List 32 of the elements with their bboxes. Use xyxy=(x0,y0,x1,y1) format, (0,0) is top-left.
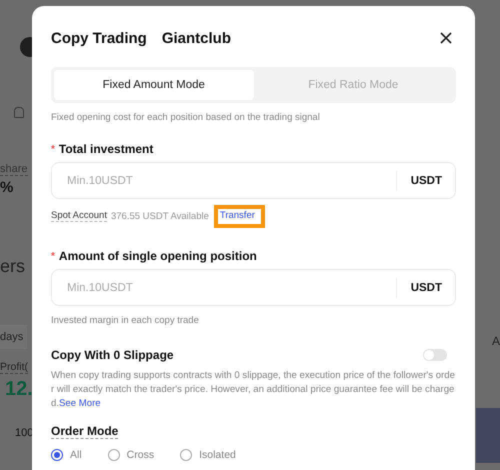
setting-label: Copy With 0 Slippage xyxy=(51,348,174,362)
radio-option[interactable]: Isolated xyxy=(180,449,236,461)
period-tab[interactable]: days xyxy=(0,325,28,349)
dialog-title: Copy Trading Giantclub xyxy=(51,30,232,46)
see-more-link[interactable]: See More xyxy=(59,398,101,409)
share-label: share xyxy=(0,163,28,176)
toggle-switch[interactable] xyxy=(423,349,447,361)
close-icon[interactable] xyxy=(440,32,452,44)
radio-option[interactable]: All xyxy=(51,449,82,461)
transfer-link[interactable]: Transfer xyxy=(220,210,255,220)
side-label: A xyxy=(492,334,500,348)
amount-field[interactable]: Min.10USDT USDT xyxy=(51,269,456,306)
mode-tab[interactable]: Fixed Amount Mode xyxy=(54,70,254,100)
unit-label: USDT xyxy=(410,282,442,294)
field-label: Total investment xyxy=(58,142,154,156)
profit-value: 12. xyxy=(5,378,33,401)
percent-text: % xyxy=(0,179,14,196)
account-label: Spot Account xyxy=(51,210,107,222)
section-heading: ers xyxy=(0,256,26,277)
order-mode-label: Order Mode xyxy=(51,424,118,439)
mode-hint: Fixed opening cost for each position based on the trading signal xyxy=(51,112,321,123)
slippage-description: When copy trading supports contracts with 0 slippage, the execution price of the follower's order will exactly match the trader's price. However, an additional price guarantee fee will be charged.See More xyxy=(51,369,456,411)
field-label: Amount of single opening position xyxy=(58,249,257,263)
required-mark: * xyxy=(51,250,55,262)
profit-label: Profit( xyxy=(0,361,28,374)
amount-field[interactable]: Min.10USDT USDT xyxy=(51,162,456,199)
unit-label: USDT xyxy=(410,174,442,186)
side-panel xyxy=(476,408,500,463)
field-hint: Invested margin in each copy trade xyxy=(51,315,200,326)
radio-option[interactable]: Cross xyxy=(108,449,154,461)
balance-text: 376.55 USDT Available xyxy=(110,210,209,222)
required-mark: * xyxy=(51,144,55,154)
